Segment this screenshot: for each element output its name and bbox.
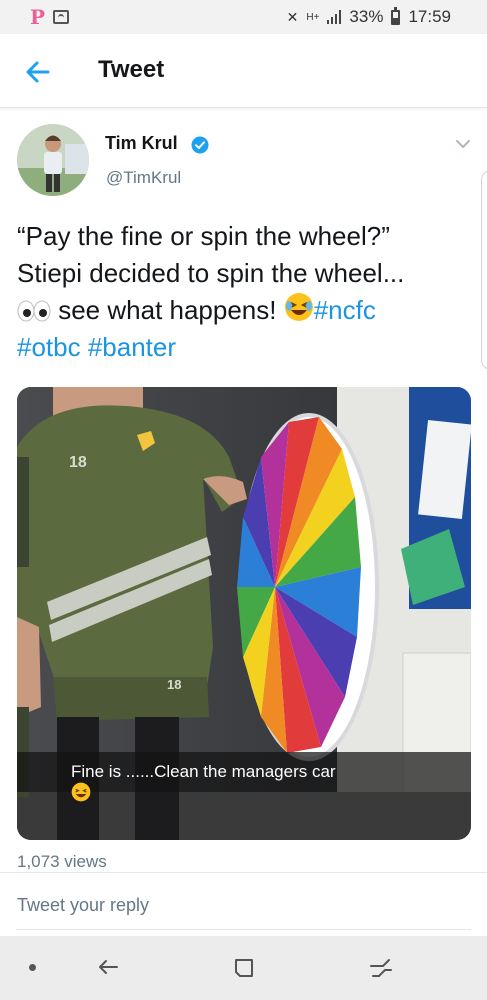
pinterest-icon: P	[30, 5, 46, 29]
signal-icon	[327, 10, 342, 24]
verified-badge-icon	[191, 136, 209, 154]
screenshot-icon	[53, 10, 70, 24]
battery-icon	[391, 6, 401, 25]
status-bar-left: P	[30, 5, 70, 29]
network-type: H+	[306, 11, 320, 23]
tweet-text-fragment: see what happens!	[51, 295, 284, 325]
side-panel-edge	[481, 170, 487, 370]
author-handle[interactable]: @TimKrul	[106, 168, 181, 188]
video-caption: Fine is ......Clean the managers car	[71, 762, 336, 802]
chevron-down-icon[interactable]	[455, 137, 471, 151]
hashtag-link[interactable]: #otbc	[17, 332, 81, 362]
page-title: Tweet	[98, 56, 165, 83]
laughing-emoji-icon	[71, 782, 91, 802]
reply-bar: Tweet your reply	[0, 872, 487, 936]
system-nav-bar	[0, 936, 487, 1000]
status-bar-right: ✕ H+ 33% 17:59	[286, 6, 451, 27]
nav-home-icon[interactable]	[232, 956, 256, 980]
tweet-text-line: #otbc #banter	[17, 329, 472, 366]
laughing-emoji-icon	[284, 293, 313, 321]
app-header: Tweet	[0, 34, 487, 108]
status-bar: P ✕ H+ 33% 17:59	[0, 0, 487, 34]
battery-percent: 33%	[349, 7, 384, 26]
tweet-video[interactable]: 18 18 Fine is ......Clean the managers c…	[17, 387, 471, 840]
hashtag-link[interactable]: #ncfc	[314, 295, 376, 325]
avatar-image	[17, 124, 89, 196]
arrow-left-icon[interactable]	[22, 56, 54, 88]
view-count: 1,073 views	[17, 852, 107, 871]
eyes-emoji-icon	[17, 300, 51, 322]
avatar[interactable]	[17, 124, 89, 196]
tweet-text-line: “Pay the fine or spin the wheel?”	[17, 221, 390, 251]
nav-dot-icon[interactable]	[29, 964, 36, 971]
svg-text:18: 18	[69, 454, 87, 471]
tweet-text: “Pay the fine or spin the wheel?” Stiepi…	[17, 218, 472, 366]
reply-input[interactable]: Tweet your reply	[17, 895, 149, 916]
svg-text:18: 18	[167, 677, 181, 692]
tweet-text-line: see what happens! #ncfc	[17, 292, 472, 329]
tweet-text-line: Stiepi decided to spin the wheel...	[17, 258, 405, 288]
nav-recents-icon[interactable]	[367, 954, 395, 982]
mute-icon: ✕	[286, 8, 299, 25]
nav-back-icon[interactable]	[95, 954, 121, 980]
author-name[interactable]: Tim Krul	[105, 133, 178, 154]
hashtag-link[interactable]: #banter	[88, 332, 176, 362]
clock: 17:59	[408, 7, 451, 26]
reply-underline	[16, 929, 471, 930]
